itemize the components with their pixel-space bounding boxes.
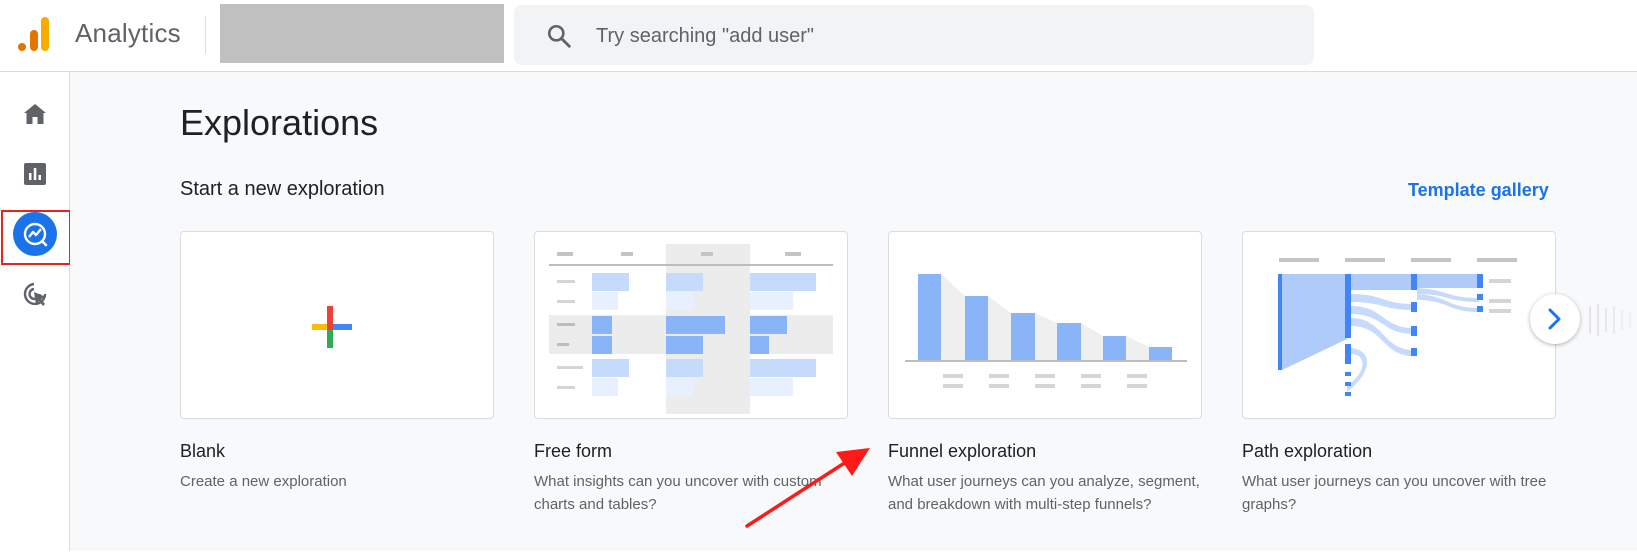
- page-title: Explorations: [180, 102, 379, 143]
- header-divider: [205, 16, 206, 54]
- chevron-right-icon: [1548, 308, 1561, 330]
- top-bar: Analytics: [0, 0, 1637, 72]
- card-thumbnail[interactable]: [534, 231, 848, 419]
- card-description: What user journeys can you uncover with …: [1242, 473, 1547, 513]
- account-selector[interactable]: [220, 4, 504, 63]
- card-description: What user journeys can you analyze, segm…: [888, 473, 1200, 513]
- main-content: Explorations Start a new exploration Tem…: [70, 72, 1637, 551]
- card-title: Blank: [180, 441, 226, 461]
- rail-item-home[interactable]: [0, 86, 70, 142]
- card-thumbnail[interactable]: [888, 231, 1202, 419]
- search-icon: [547, 24, 571, 48]
- card-description: What insights can you uncover with custo…: [534, 473, 822, 513]
- bottom-strip: [0, 551, 1637, 559]
- rail-item-reports[interactable]: [0, 146, 70, 202]
- funnel-chart-illustration: [905, 274, 1187, 388]
- plus-icon: [312, 306, 352, 348]
- bar-chart-icon: [24, 163, 46, 185]
- analytics-logo-icon[interactable]: [18, 16, 50, 52]
- card-title: Funnel exploration: [888, 441, 1037, 461]
- app-name: Analytics: [75, 18, 181, 48]
- cursor-target-icon: [23, 282, 47, 306]
- carousel-next-button[interactable]: [1530, 294, 1580, 344]
- card-thumbnail[interactable]: [1242, 231, 1556, 419]
- card-path-exploration[interactable]: Path exploration What user journeys can …: [1242, 231, 1556, 516]
- card-thumbnail[interactable]: [180, 231, 494, 419]
- highlight-frame: [1, 210, 71, 265]
- left-nav-rail: [0, 72, 70, 559]
- card-blank[interactable]: Blank Create a new exploration: [180, 231, 494, 493]
- search-input[interactable]: [594, 5, 1278, 67]
- rail-item-advertising[interactable]: [0, 266, 70, 322]
- card-title: Path exploration: [1242, 441, 1373, 461]
- carousel-peek-fade: [1589, 304, 1631, 336]
- free-form-table-illustration: [549, 244, 833, 414]
- path-tree-illustration: [1278, 258, 1517, 396]
- home-icon: [24, 104, 46, 124]
- card-description: Create a new exploration: [180, 473, 347, 490]
- template-gallery-link[interactable]: Template gallery: [1408, 180, 1549, 201]
- card-title: Free form: [534, 441, 613, 461]
- card-free-form[interactable]: Free form What insights can you uncover …: [534, 231, 848, 516]
- card-funnel-exploration[interactable]: Funnel exploration What user journeys ca…: [888, 231, 1202, 516]
- section-title: Start a new exploration: [180, 178, 385, 200]
- search-bar[interactable]: [514, 5, 1314, 67]
